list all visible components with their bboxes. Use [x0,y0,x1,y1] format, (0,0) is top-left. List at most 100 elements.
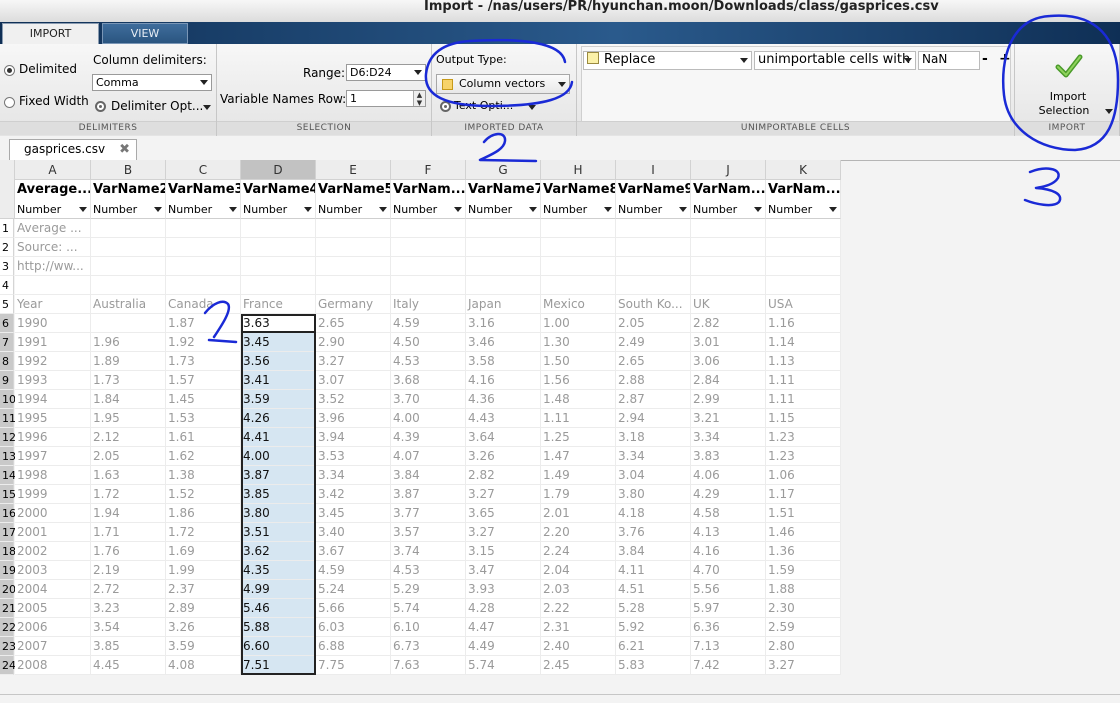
table-cell[interactable] [766,276,841,295]
table-cell[interactable]: 3.87 [241,466,316,485]
table-cell[interactable] [91,314,166,333]
table-cell[interactable]: 2.31 [541,618,616,637]
table-cell[interactable]: 3.84 [616,542,691,561]
table-cell[interactable]: 4.16 [466,371,541,390]
table-cell[interactable] [541,276,616,295]
column-header[interactable]: E [316,160,391,180]
table-cell[interactable]: 3.57 [391,523,466,542]
table-cell[interactable]: 2.37 [166,580,241,599]
table-cell[interactable]: 4.53 [391,561,466,580]
delimiter-options-button[interactable]: Delimiter Opt... [111,99,203,113]
table-cell[interactable]: 2.49 [616,333,691,352]
table-cell[interactable] [316,257,391,276]
column-type-dropdown[interactable]: Number [541,200,616,219]
variable-name-field[interactable]: VarName8 [541,180,616,200]
row-number[interactable]: 3 [0,257,14,276]
table-cell[interactable]: 1.69 [166,542,241,561]
table-cell[interactable]: 4.26 [241,409,316,428]
table-cell[interactable]: 2.99 [691,390,766,409]
table-cell[interactable] [241,238,316,257]
table-cell[interactable] [91,276,166,295]
table-cell[interactable]: 3.53 [316,447,391,466]
table-cell[interactable]: 3.26 [166,618,241,637]
table-cell[interactable]: 5.83 [616,656,691,675]
table-cell[interactable]: 3.52 [316,390,391,409]
table-cell[interactable]: 7.75 [316,656,391,675]
replace-dropdown[interactable]: Replace [583,51,752,70]
column-header[interactable]: I [616,160,691,180]
table-cell[interactable]: 1.50 [541,352,616,371]
table-cell[interactable]: 3.87 [391,485,466,504]
table-cell[interactable] [241,276,316,295]
table-cell[interactable]: 1.11 [766,390,841,409]
table-cell[interactable]: 3.15 [466,542,541,561]
table-cell[interactable]: 2.05 [91,447,166,466]
remove-rule-button[interactable]: - [982,51,988,67]
table-cell[interactable]: Japan [466,295,541,314]
table-cell[interactable]: 4.47 [466,618,541,637]
table-cell[interactable]: 5.56 [691,580,766,599]
variable-names-row-input[interactable]: 1 ▲ ▼ [346,90,426,107]
row-number[interactable]: 8 [0,352,14,371]
table-cell[interactable]: 3.67 [316,542,391,561]
table-cell[interactable]: 4.41 [241,428,316,447]
table-cell[interactable]: 4.53 [391,352,466,371]
table-cell[interactable]: 4.58 [691,504,766,523]
table-cell[interactable]: 1.36 [766,542,841,561]
table-cell[interactable]: 1.49 [541,466,616,485]
table-cell[interactable]: 1.84 [91,390,166,409]
table-cell[interactable]: UK [691,295,766,314]
table-cell[interactable]: 2.19 [91,561,166,580]
table-cell[interactable]: 6.21 [616,637,691,656]
table-cell[interactable]: 3.46 [466,333,541,352]
table-cell[interactable]: 1.63 [91,466,166,485]
table-cell[interactable]: 2.84 [691,371,766,390]
column-delimiter-dropdown[interactable]: Comma [92,74,212,91]
table-cell[interactable]: 2006 [15,618,91,637]
table-cell[interactable]: 2007 [15,637,91,656]
row-number[interactable]: 10 [0,390,16,409]
table-cell[interactable]: 3.64 [466,428,541,447]
table-cell[interactable]: 3.59 [241,390,316,409]
table-cell[interactable]: 3.34 [616,447,691,466]
table-cell[interactable]: 3.47 [466,561,541,580]
table-cell[interactable] [691,257,766,276]
variable-name-field[interactable]: VarName2 [91,180,166,200]
column-type-dropdown[interactable]: Number [241,200,316,219]
table-cell[interactable]: USA [766,295,841,314]
table-cell[interactable]: 3.63 [241,314,316,333]
column-header[interactable]: F [391,160,466,180]
table-cell[interactable]: 1.73 [91,371,166,390]
table-cell[interactable]: 1.61 [166,428,241,447]
table-cell[interactable] [691,238,766,257]
column-header[interactable]: B [91,160,166,180]
table-cell[interactable]: 3.76 [616,523,691,542]
column-type-dropdown[interactable]: Number [166,200,241,219]
table-cell[interactable]: 3.83 [691,447,766,466]
table-cell[interactable]: 1.48 [541,390,616,409]
column-header[interactable]: H [541,160,616,180]
table-cell[interactable] [91,219,166,238]
table-cell[interactable]: 3.65 [466,504,541,523]
table-cell[interactable]: 6.73 [391,637,466,656]
table-cell[interactable] [316,219,391,238]
column-header[interactable]: J [691,160,766,180]
table-cell[interactable]: 1.11 [766,371,841,390]
table-cell[interactable]: 2.82 [466,466,541,485]
row-number[interactable]: 20 [0,580,16,599]
table-cell[interactable]: 2.87 [616,390,691,409]
table-cell[interactable] [391,257,466,276]
table-cell[interactable]: 5.24 [316,580,391,599]
table-cell[interactable]: 5.92 [616,618,691,637]
row-number[interactable]: 12 [0,428,16,447]
table-cell[interactable]: 1.86 [166,504,241,523]
table-cell[interactable]: 1991 [15,333,91,352]
table-cell[interactable]: 3.07 [316,371,391,390]
row-number[interactable]: 22 [0,618,16,637]
table-cell[interactable] [691,219,766,238]
table-cell[interactable]: 2.59 [766,618,841,637]
table-cell[interactable]: 2.24 [541,542,616,561]
table-cell[interactable] [316,276,391,295]
table-cell[interactable]: 1.17 [766,485,841,504]
table-cell[interactable]: 2005 [15,599,91,618]
